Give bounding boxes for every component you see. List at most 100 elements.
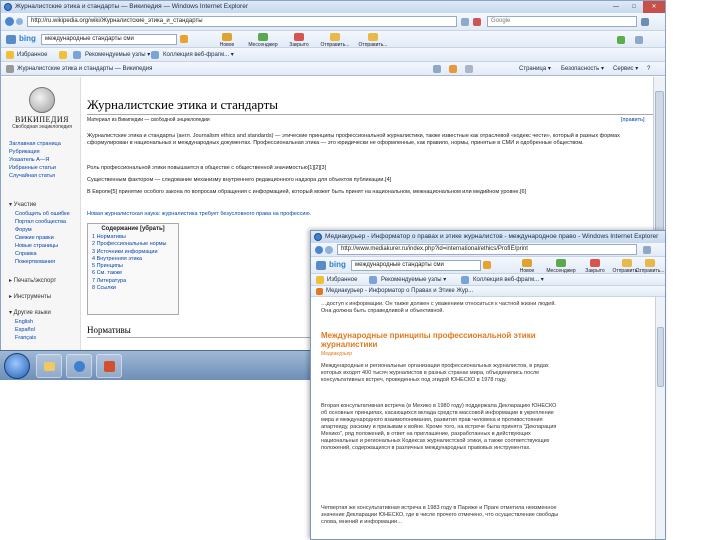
toc-item[interactable]: 2 Профессиональные нормы bbox=[92, 241, 174, 248]
sidebar-link-new-pages[interactable]: Новые страницы bbox=[15, 243, 58, 250]
bing-new-button[interactable]: Новое bbox=[209, 33, 245, 48]
search-icon[interactable] bbox=[641, 18, 649, 26]
sidebar-link-forum[interactable]: Форум bbox=[15, 227, 32, 234]
settings-icon[interactable] bbox=[635, 36, 643, 44]
page-scrollbar[interactable] bbox=[655, 297, 665, 539]
bing-search-icon[interactable] bbox=[180, 35, 188, 43]
edit-link[interactable]: [править] bbox=[621, 117, 645, 124]
toc-item[interactable]: 5 Принципы bbox=[92, 263, 174, 270]
article-paragraph-3: Четвертая же консультативная встреча в 1… bbox=[321, 505, 559, 525]
shield-icon[interactable] bbox=[617, 36, 625, 44]
window-title: Журналистские этика и стандарты — Википе… bbox=[15, 3, 248, 10]
sidebar-link-main[interactable]: Заглавная страница bbox=[9, 141, 61, 148]
article-paragraph-1: Международные и региональные организации… bbox=[321, 363, 549, 383]
help-menu[interactable]: ? bbox=[647, 64, 650, 74]
safety-menu[interactable]: Безопасность ▾ bbox=[561, 64, 604, 74]
suggested-sites-button[interactable]: Рекомендуемые узлы ▾ bbox=[85, 50, 150, 60]
tab-mediakurer[interactable]: Медиакурьер - Информатор о Правах и Этик… bbox=[326, 286, 473, 296]
bing-search-input[interactable]: международные стандарты сми bbox=[351, 260, 481, 271]
toc-item[interactable]: 3 Источники информации bbox=[92, 249, 174, 256]
sidebar-section-languages[interactable]: ▾ Другие языки bbox=[9, 309, 51, 316]
ie-icon bbox=[74, 361, 85, 372]
tools-menu[interactable]: Сервис ▾ bbox=[613, 64, 638, 74]
wikipedia-logo[interactable]: ВИКИПЕДИЯ Свободная энциклопедия bbox=[7, 87, 77, 130]
favorites-button[interactable]: Избранное bbox=[327, 275, 357, 285]
start-button[interactable] bbox=[4, 353, 30, 379]
add-favorite-icon[interactable] bbox=[59, 51, 67, 59]
address-bar-row: http://www.mediakurer.ru/index.php?id=in… bbox=[311, 243, 665, 257]
ie-icon bbox=[314, 233, 322, 241]
forward-icon[interactable] bbox=[325, 246, 333, 254]
toc-title[interactable]: Содержание [убрать] bbox=[92, 226, 174, 232]
address-input[interactable]: http://www.mediakurer.ru/index.php?id=in… bbox=[337, 244, 637, 255]
bing-new-button[interactable]: Новое bbox=[509, 259, 545, 274]
bing-closed-button[interactable]: Закрыто bbox=[577, 259, 613, 274]
taskbar-powerpoint-button[interactable] bbox=[96, 354, 122, 378]
sidebar-link-community[interactable]: Портал сообщества bbox=[15, 219, 66, 226]
sidebar-section-tools[interactable]: ▸ Инструменты bbox=[9, 293, 51, 300]
web-slice-gallery-button[interactable]: Коллекция веб-фрагм... ▾ bbox=[473, 275, 544, 285]
sidebar-link-donate[interactable]: Пожертвования bbox=[15, 259, 55, 266]
wikipedia-globe-icon bbox=[29, 87, 55, 113]
paragraph-3: Существенным фактором — следование механ… bbox=[87, 177, 392, 183]
window-titlebar[interactable]: Журналистские этика и стандарты — Википе… bbox=[1, 1, 665, 13]
bing-messenger-button[interactable]: Мессенджер bbox=[245, 33, 281, 48]
refresh-icon[interactable] bbox=[643, 246, 651, 254]
forward-icon[interactable] bbox=[16, 18, 23, 25]
sidebar-link-featured[interactable]: Избранные статьи bbox=[9, 165, 56, 172]
home-icon[interactable] bbox=[433, 65, 441, 73]
title-divider bbox=[87, 114, 657, 115]
back-icon[interactable] bbox=[5, 17, 14, 26]
toolbar-icon bbox=[316, 261, 326, 270]
toolbar-icon bbox=[6, 35, 16, 44]
scrollbar-thumb[interactable] bbox=[655, 91, 664, 241]
maximize-button[interactable]: □ bbox=[625, 1, 643, 13]
feeds-icon[interactable] bbox=[449, 65, 457, 73]
sidebar-section-print[interactable]: ▸ Печать/экспорт bbox=[9, 277, 56, 284]
bing-closed-button[interactable]: Закрыто bbox=[281, 33, 317, 48]
bing-search-input[interactable]: международные стандарты сми bbox=[41, 34, 177, 45]
send-icon bbox=[622, 259, 632, 267]
minimize-button[interactable]: — bbox=[607, 1, 625, 13]
suggested-sites-button[interactable]: Рекомендуемые узлы ▾ bbox=[381, 275, 446, 285]
page-menu[interactable]: Страница ▾ bbox=[519, 64, 551, 74]
ie-icon bbox=[4, 3, 12, 11]
tab-wikipedia[interactable]: Журналистские этика и стандарты — Википе… bbox=[17, 64, 152, 74]
refresh-icon[interactable] bbox=[461, 18, 469, 26]
sidebar-link-random[interactable]: Случайная статья bbox=[9, 173, 55, 180]
toc-item[interactable]: 7 Литература bbox=[92, 278, 174, 285]
bing-search-icon[interactable] bbox=[483, 261, 491, 269]
toc-item[interactable]: 1 Нормативы bbox=[92, 234, 174, 241]
bing-messenger-button[interactable]: Мессенджер bbox=[543, 259, 579, 274]
sidebar-link-report[interactable]: Сообщить об ошибке bbox=[15, 211, 70, 218]
print-icon[interactable] bbox=[465, 65, 473, 73]
favorites-button[interactable]: Избранное bbox=[17, 50, 47, 60]
sidebar-section-participate[interactable]: ▾ Участие bbox=[9, 201, 36, 208]
sidebar-lang-spanish[interactable]: Español bbox=[15, 327, 35, 334]
close-button[interactable]: ✕ bbox=[643, 1, 665, 13]
sidebar-lang-french[interactable]: Français bbox=[15, 335, 36, 342]
bing-send-button-2[interactable]: Отправить... bbox=[635, 259, 665, 274]
wikipedia-tagline: Свободная энциклопедия bbox=[12, 124, 72, 130]
sidebar-link-categories[interactable]: Рубрикация bbox=[9, 149, 40, 156]
page-subtitle: Материал из Википедии — свободной энцикл… bbox=[87, 117, 210, 123]
bing-send-button[interactable]: Отправить... bbox=[317, 33, 353, 48]
scrollbar-thumb[interactable] bbox=[657, 327, 664, 387]
sidebar-link-help[interactable]: Справка bbox=[15, 251, 37, 258]
address-input[interactable]: http://ru.wikipedia.org/wiki/Журналистск… bbox=[27, 16, 457, 27]
sidebar-link-index[interactable]: Указатель А—Я bbox=[9, 157, 49, 164]
toc-item[interactable]: 4 Внутренняя этика bbox=[92, 256, 174, 263]
bing-send-button-2[interactable]: Отправить... bbox=[355, 33, 391, 48]
sidebar-lang-english[interactable]: English bbox=[15, 319, 33, 326]
taskbar-ie-button[interactable] bbox=[66, 354, 92, 378]
toc-item[interactable]: 8 Ссылки bbox=[92, 285, 174, 292]
web-slice-gallery-button[interactable]: Коллекция веб-фрагм... ▾ bbox=[163, 50, 234, 60]
taskbar-explorer-button[interactable] bbox=[36, 354, 62, 378]
paragraph-5[interactable]: Новая журналистская наука: журналистика … bbox=[87, 211, 641, 219]
search-input[interactable]: Google bbox=[487, 16, 637, 27]
toc-item[interactable]: 6 См. также bbox=[92, 270, 174, 277]
stop-icon[interactable] bbox=[473, 18, 481, 26]
sidebar-link-recent[interactable]: Свежие правки bbox=[15, 235, 54, 242]
window-titlebar[interactable]: Медиакурьер - Информатор о правах и этик… bbox=[311, 231, 665, 243]
back-icon[interactable] bbox=[315, 246, 323, 254]
